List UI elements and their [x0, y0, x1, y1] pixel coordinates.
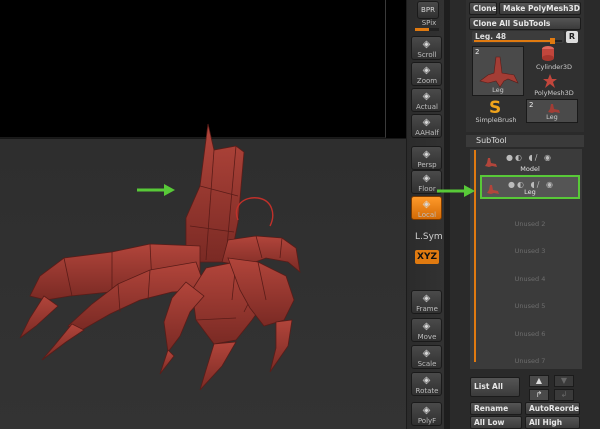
toolbar-polyf-button[interactable]: ◈ PolyF [411, 402, 442, 426]
toolbar-aahalf-button[interactable]: ◈ AAHalf [411, 114, 442, 138]
canvas-viewport[interactable] [0, 0, 406, 429]
subtool-name: Unused 2 [514, 220, 546, 228]
tool-count-small: 2 [529, 101, 534, 109]
tool-slider-fill [474, 40, 554, 42]
tool-thumb-small-caption: Leg [546, 113, 558, 121]
polymesh3d-label: PolyMesh3D [534, 89, 574, 97]
rename-button[interactable]: Rename [470, 402, 522, 415]
subtool-slot[interactable]: Unused 6 [480, 315, 580, 339]
subtool-slot[interactable]: Unused 3 [480, 232, 580, 256]
toolbar-scroll-button[interactable]: ◈ Scroll [411, 36, 442, 60]
list-all-button[interactable]: List All [470, 377, 520, 397]
subtool-name: Model [520, 165, 540, 173]
persp-icon: ◈ [422, 149, 431, 160]
toolbar-persp-button[interactable]: ◈ Persp [411, 146, 442, 170]
rotate-icon: ◈ [422, 375, 431, 386]
tool-slider-knob[interactable] [550, 38, 556, 44]
polyf-icon: ◈ [422, 405, 431, 416]
toolbar-label: Persp [417, 161, 437, 169]
aahalf-icon: ◈ [422, 117, 431, 128]
toolbar-xyz-button[interactable]: XYZ [415, 250, 439, 264]
toolbar-label: Move [417, 333, 437, 341]
subtool-slot[interactable]: ●◐ ◖∕ ◉ Model [480, 150, 580, 174]
local-icon: ◈ [422, 199, 431, 210]
toolbar-label: Zoom [416, 77, 438, 85]
bpr-button[interactable]: BPR [417, 1, 439, 19]
spix-slider-fill [415, 28, 430, 31]
bpr-label: BPR [421, 6, 435, 14]
toolbar-label: Actual [416, 103, 438, 111]
toolbar-zoom-button[interactable]: ◈ Zoom [411, 62, 442, 86]
subtool-header[interactable]: SubTool [466, 135, 584, 147]
subtool-thumbnail-icon [484, 153, 498, 167]
spix-slider[interactable] [415, 28, 439, 31]
toolbar-label: Local [417, 211, 437, 219]
r-button[interactable]: R [566, 31, 578, 43]
zoom-icon: ◈ [422, 65, 431, 76]
subtool-name: Unused 4 [514, 275, 546, 283]
polymesh3d-icon[interactable] [543, 73, 557, 88]
move-icon: ◈ [422, 321, 431, 332]
tool-slider-track [474, 38, 562, 44]
svg-text:S: S [489, 98, 501, 116]
clone-button[interactable]: Clone [469, 2, 497, 15]
cylinder3d-icon[interactable] [541, 45, 555, 61]
toolbar-rotate-button[interactable]: ◈ Rotate [411, 372, 442, 396]
toolbar-frame-button[interactable]: ◈ Frame [411, 290, 442, 314]
split-arrow-button[interactable]: ↱ [529, 389, 549, 401]
simplebrush-label: SimpleBrush [475, 116, 517, 124]
subtool-slot[interactable]: ●◐ ◖∕ ◉ Leg [480, 175, 580, 199]
annotation-arrow-icon [437, 185, 475, 197]
toolbar-label: AAHalf [415, 129, 439, 137]
subtool-slot[interactable]: Unused 7 [480, 342, 580, 366]
subtool-slot[interactable]: Unused 2 [480, 205, 580, 229]
subtool-name: Unused 3 [514, 247, 546, 255]
tool-thumb-caption: Leg [492, 86, 504, 94]
leg-model[interactable] [0, 0, 406, 429]
right-shelf-toolbar: BPR SPix ◈ Scroll ◈ Zoom ◈ Actual ◈ AAHalf ◈ Pers… [406, 0, 444, 429]
tool-thumb-leg-small[interactable]: 2 Leg [526, 99, 578, 123]
toolbar-label: PolyF [417, 417, 437, 425]
subtool-name: Leg [524, 188, 536, 196]
move-up-button[interactable]: ▲ [529, 375, 549, 387]
actual-icon: ◈ [422, 91, 431, 102]
subtool-name: Unused 7 [514, 357, 546, 365]
toolbar-local-button[interactable]: ◈ Local [411, 196, 442, 220]
autoreorder-button[interactable]: AutoReorder [525, 402, 580, 415]
scroll-icon: ◈ [422, 39, 431, 50]
scale-icon: ◈ [422, 348, 431, 359]
clone-all-subtools-button[interactable]: Clone All SubTools [469, 17, 581, 30]
subtool-name: Unused 6 [514, 330, 546, 338]
simplebrush-icon[interactable]: S [487, 98, 503, 118]
toolbar-label: Rotate [415, 387, 439, 395]
subtool-slot[interactable]: Unused 5 [480, 287, 580, 311]
tool-thumb-leg[interactable]: 2 Leg [472, 46, 524, 96]
toolbar-lsym-button[interactable]: L.Sym [415, 230, 443, 244]
subtool-visibility-icon[interactable]: ●◐ ◖∕ ◉ [506, 153, 553, 162]
toolbar-scale-button[interactable]: ◈ Scale [411, 345, 442, 369]
tool-slider[interactable]: Leg. 48 [472, 31, 564, 44]
all-low-button[interactable]: All Low [470, 416, 522, 429]
frame-icon: ◈ [422, 293, 431, 304]
palette-divider[interactable] [444, 0, 450, 429]
toolbar-label: Frame [416, 305, 438, 313]
annotation-arrow-icon [137, 184, 175, 196]
toolbar-label: Scale [417, 360, 437, 368]
merge-arrow-button[interactable]: ↲ [554, 389, 574, 401]
subtool-name: Unused 5 [514, 302, 546, 310]
make-polymesh-button[interactable]: Make PolyMesh3D [499, 2, 581, 15]
subtool-scrollbar[interactable] [474, 150, 476, 362]
subtool-slot[interactable]: Unused 4 [480, 260, 580, 284]
cylinder3d-label: Cylinder3D [535, 63, 573, 71]
toolbar-actual-button[interactable]: ◈ Actual [411, 88, 442, 112]
all-high-button[interactable]: All High [525, 416, 580, 429]
toolbar-label: Scroll [417, 51, 437, 59]
move-down-disabled-button[interactable]: ▼ [554, 375, 574, 387]
toolbar-move-button[interactable]: ◈ Move [411, 318, 442, 342]
